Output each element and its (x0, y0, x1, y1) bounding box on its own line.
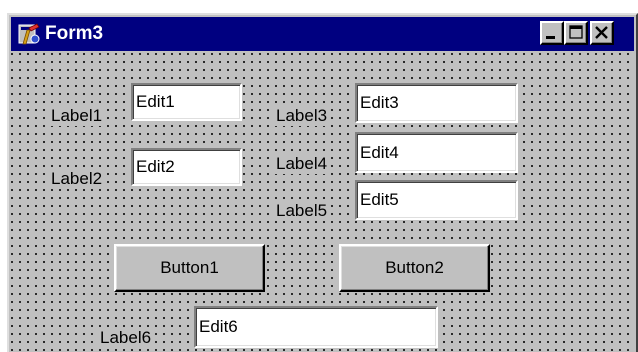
edit4-field[interactable] (355, 132, 518, 173)
label3: Label3 (275, 106, 329, 126)
minimize-button[interactable] (540, 21, 564, 45)
edit6-field[interactable] (194, 306, 438, 348)
label2: Label2 (50, 169, 104, 189)
edit1-field[interactable] (131, 83, 242, 121)
edit5-field[interactable] (355, 180, 518, 220)
maximize-icon (569, 25, 583, 39)
button1[interactable]: Button1 (114, 244, 265, 292)
window-title: Form3 (45, 23, 104, 44)
close-button[interactable] (590, 21, 614, 45)
button2[interactable]: Button2 (339, 244, 490, 292)
label6: Label6 (99, 328, 153, 348)
edit2-field[interactable] (131, 148, 242, 186)
maximize-button[interactable] (564, 21, 588, 45)
label1: Label1 (50, 106, 104, 126)
form-client-area: Label1 Label2 Label3 Label4 Label5 Butto… (11, 53, 634, 352)
title-bar[interactable]: Form3 (11, 17, 634, 51)
label4: Label4 (275, 154, 329, 174)
delphi-form-icon (18, 23, 40, 45)
label5: Label5 (275, 201, 329, 221)
edit3-field[interactable] (355, 83, 518, 123)
form-window: Form3 Label1 Label2 Label3 Label4 Label5 (7, 13, 638, 352)
close-icon (595, 26, 608, 39)
minimize-icon (546, 36, 555, 39)
